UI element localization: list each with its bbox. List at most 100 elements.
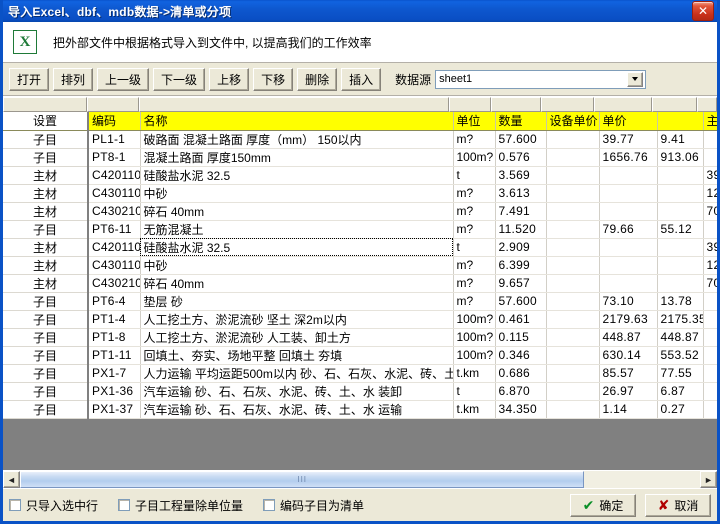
checkbox-only-import-selected-rows[interactable]: 只导入选中行 bbox=[9, 497, 98, 514]
cell-code[interactable]: C4302106 bbox=[88, 274, 140, 292]
cell-blank[interactable]: 13.78 bbox=[657, 292, 703, 310]
cell-name[interactable]: 硅酸盐水泥 32.5 bbox=[140, 238, 453, 256]
col-header-code[interactable]: 编码 bbox=[88, 112, 140, 130]
cell-qty[interactable]: 3.613 bbox=[495, 184, 546, 202]
cell-unit[interactable]: m? bbox=[453, 184, 495, 202]
cell-blank[interactable]: 2175.35 bbox=[657, 310, 703, 328]
cell-name[interactable]: 硅酸盐水泥 32.5 bbox=[140, 166, 453, 184]
cell-unit[interactable]: 100m? bbox=[453, 310, 495, 328]
cell-blank[interactable] bbox=[657, 166, 703, 184]
cell-qty[interactable]: 11.520 bbox=[495, 220, 546, 238]
cell-qty[interactable]: 34.350 bbox=[495, 400, 546, 418]
cell-name[interactable]: 人力运输 平均运距500m以内 砂、石、石灰、水泥、砖、土、水 bbox=[140, 364, 453, 382]
cell-setting[interactable]: 子目 bbox=[3, 292, 88, 310]
cell-equip_price[interactable] bbox=[546, 292, 599, 310]
scrollbar-thumb[interactable]: III bbox=[20, 471, 584, 488]
table-row[interactable]: 子目PT1-4人工挖土方、淤泥流砂 坚土 深2m以内100m?0.4612179… bbox=[3, 310, 717, 328]
cell-setting[interactable]: 子目 bbox=[3, 220, 88, 238]
cell-name[interactable]: 无筋混凝土 bbox=[140, 220, 453, 238]
scroll-left-icon[interactable]: ◄ bbox=[3, 471, 20, 488]
close-icon[interactable]: ✕ bbox=[692, 1, 714, 21]
cell-qty[interactable]: 0.686 bbox=[495, 364, 546, 382]
cell-code[interactable]: PT6-4 bbox=[88, 292, 140, 310]
scrollbar-track[interactable]: III bbox=[20, 471, 700, 488]
table-row[interactable]: 子目PX1-37汽车运输 砂、石、石灰、水泥、砖、土、水 运输t.km34.35… bbox=[3, 400, 717, 418]
cell-qty[interactable]: 9.657 bbox=[495, 274, 546, 292]
cell-blank[interactable]: 553.52 bbox=[657, 346, 703, 364]
cell-name[interactable]: 回填土、夯实、场地平整 回填土 夯填 bbox=[140, 346, 453, 364]
col-header-name[interactable]: 名称 bbox=[140, 112, 453, 130]
cell-setting[interactable]: 主材 bbox=[3, 274, 88, 292]
scroll-right-icon[interactable]: ► bbox=[700, 471, 717, 488]
cell-equip_price[interactable] bbox=[546, 364, 599, 382]
cell-unit_price[interactable] bbox=[599, 256, 657, 274]
cell-equip_price[interactable] bbox=[546, 274, 599, 292]
cell-unit_price[interactable] bbox=[599, 202, 657, 220]
cell-setting[interactable]: 主材 bbox=[3, 238, 88, 256]
cell-setting[interactable]: 主材 bbox=[3, 166, 88, 184]
cell-code[interactable]: PX1-7 bbox=[88, 364, 140, 382]
cell-unit_price[interactable]: 85.57 bbox=[599, 364, 657, 382]
toolbar-button-insert[interactable]: 插入 bbox=[341, 68, 381, 91]
cell-setting[interactable]: 主材 bbox=[3, 184, 88, 202]
cell-name[interactable]: 碎石 40mm bbox=[140, 202, 453, 220]
cell-main_mat_price[interactable] bbox=[703, 328, 717, 346]
toolbar-button-move-down[interactable]: 下移 bbox=[253, 68, 293, 91]
cell-code[interactable]: PT1-11 bbox=[88, 346, 140, 364]
cell-main_mat_price[interactable]: 120.00 bbox=[703, 184, 717, 202]
cell-qty[interactable]: 3.569 bbox=[495, 166, 546, 184]
cell-setting[interactable]: 子目 bbox=[3, 346, 88, 364]
toolbar-button-arrange[interactable]: 排列 bbox=[53, 68, 93, 91]
cell-qty[interactable]: 2.909 bbox=[495, 238, 546, 256]
cell-unit[interactable]: m? bbox=[453, 256, 495, 274]
table-row[interactable]: 主材C4201102硅酸盐水泥 32.5t3.569390.00 bbox=[3, 166, 717, 184]
cell-unit[interactable]: 100m? bbox=[453, 346, 495, 364]
toolbar-button-level-down[interactable]: 下一级 bbox=[153, 68, 205, 91]
toolbar-button-move-up[interactable]: 上移 bbox=[209, 68, 249, 91]
cell-code[interactable]: C4201102 bbox=[88, 166, 140, 184]
toolbar-button-level-up[interactable]: 上一级 bbox=[97, 68, 149, 91]
cell-name[interactable]: 中砂 bbox=[140, 184, 453, 202]
cell-code[interactable]: C4302106 bbox=[88, 202, 140, 220]
cell-unit_price[interactable] bbox=[599, 238, 657, 256]
cell-unit_price[interactable]: 79.66 bbox=[599, 220, 657, 238]
cell-main_mat_price[interactable]: 70.00 bbox=[703, 274, 717, 292]
cell-qty[interactable]: 6.870 bbox=[495, 382, 546, 400]
cell-unit[interactable]: m? bbox=[453, 220, 495, 238]
col-header-unit-price[interactable]: 单价 bbox=[599, 112, 657, 130]
cell-setting[interactable]: 子目 bbox=[3, 148, 88, 166]
cell-name[interactable]: 中砂 bbox=[140, 256, 453, 274]
cell-main_mat_price[interactable] bbox=[703, 382, 717, 400]
cell-unit_price[interactable]: 1.14 bbox=[599, 400, 657, 418]
cell-unit[interactable]: t bbox=[453, 382, 495, 400]
cell-main_mat_price[interactable]: 70.00 bbox=[703, 202, 717, 220]
cell-blank[interactable] bbox=[657, 238, 703, 256]
cell-code[interactable]: PL1-1 bbox=[88, 130, 140, 148]
cell-name[interactable]: 混凝土路面 厚度150mm bbox=[140, 148, 453, 166]
cell-main_mat_price[interactable] bbox=[703, 346, 717, 364]
cell-equip_price[interactable] bbox=[546, 346, 599, 364]
cell-main_mat_price[interactable] bbox=[703, 400, 717, 418]
cell-main_mat_price[interactable] bbox=[703, 220, 717, 238]
chevron-down-icon[interactable] bbox=[627, 72, 643, 87]
cell-name[interactable]: 碎石 40mm bbox=[140, 274, 453, 292]
cell-main_mat_price[interactable] bbox=[703, 310, 717, 328]
cell-code[interactable]: PX1-37 bbox=[88, 400, 140, 418]
cell-blank[interactable] bbox=[657, 256, 703, 274]
checkbox-box-icon[interactable] bbox=[9, 499, 21, 511]
ok-button[interactable]: ✔ 确定 bbox=[570, 494, 636, 517]
cell-unit[interactable]: m? bbox=[453, 274, 495, 292]
table-row[interactable]: 主材C4201102硅酸盐水泥 32.5t2.909390.00 bbox=[3, 238, 717, 256]
cell-blank[interactable]: 913.06 bbox=[657, 148, 703, 166]
cell-name[interactable]: 人工挖土方、淤泥流砂 坚土 深2m以内 bbox=[140, 310, 453, 328]
cell-main_mat_price[interactable]: 390.00 bbox=[703, 166, 717, 184]
cell-blank[interactable]: 77.55 bbox=[657, 364, 703, 382]
col-header-qty[interactable]: 数量 bbox=[495, 112, 546, 130]
cell-equip_price[interactable] bbox=[546, 184, 599, 202]
cell-unit_price[interactable]: 2179.63 bbox=[599, 310, 657, 328]
cell-qty[interactable]: 6.399 bbox=[495, 256, 546, 274]
cell-name[interactable]: 人工挖土方、淤泥流砂 人工装、卸土方 bbox=[140, 328, 453, 346]
col-header-unit[interactable]: 单位 bbox=[453, 112, 495, 130]
cell-blank[interactable] bbox=[657, 202, 703, 220]
cell-setting[interactable]: 子目 bbox=[3, 130, 88, 148]
